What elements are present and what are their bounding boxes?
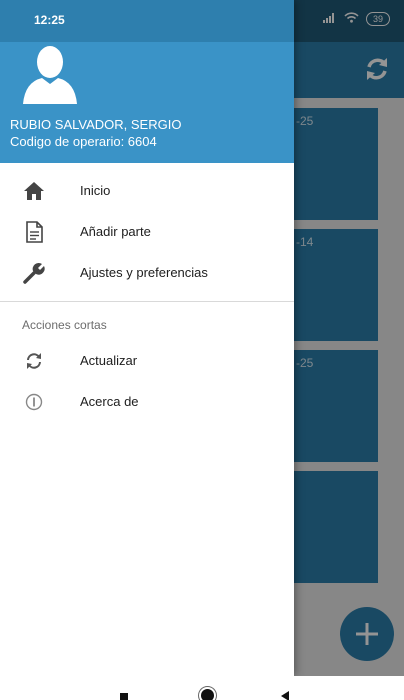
menu-item-label: Actualizar: [80, 353, 138, 368]
refresh-icon: [22, 349, 46, 373]
info-icon: [22, 390, 46, 414]
home-button[interactable]: [201, 689, 214, 700]
menu-item-inicio[interactable]: Inicio: [0, 170, 294, 211]
menu-item-anadir-parte[interactable]: Añadir parte: [0, 211, 294, 252]
menu-item-acerca-de[interactable]: Acerca de: [0, 381, 294, 422]
menu-divider: [0, 301, 294, 302]
back-button[interactable]: [281, 691, 289, 700]
drawer-header: 12:25 RUBIO SALVADOR, SERGIO Codigo de o…: [0, 0, 294, 163]
system-nav-bar: [0, 676, 404, 700]
menu-item-ajustes[interactable]: Ajustes y preferencias: [0, 252, 294, 293]
recents-button[interactable]: [120, 693, 128, 700]
avatar-icon: [20, 42, 80, 104]
user-name: RUBIO SALVADOR, SERGIO: [10, 117, 182, 132]
menu-item-label: Añadir parte: [80, 224, 151, 239]
section-title: Acciones cortas: [22, 318, 107, 332]
operator-code: Codigo de operario: 6604: [10, 134, 157, 149]
home-icon: [22, 179, 46, 203]
menu-item-label: Acerca de: [80, 394, 139, 409]
wrench-icon: [22, 261, 46, 285]
navigation-drawer: 12:25 RUBIO SALVADOR, SERGIO Codigo de o…: [0, 0, 294, 676]
drawer-menu: Inicio Añadir parte Ajustes y preferenci…: [0, 170, 294, 422]
document-icon: [22, 220, 46, 244]
menu-item-label: Inicio: [80, 183, 111, 198]
menu-item-label: Ajustes y preferencias: [80, 265, 208, 280]
menu-item-actualizar[interactable]: Actualizar: [0, 340, 294, 381]
status-time: 12:25: [34, 13, 65, 27]
screen: 39 -25 -14 -25 12:25 RUBIO SALVADOR, SER…: [0, 0, 404, 700]
